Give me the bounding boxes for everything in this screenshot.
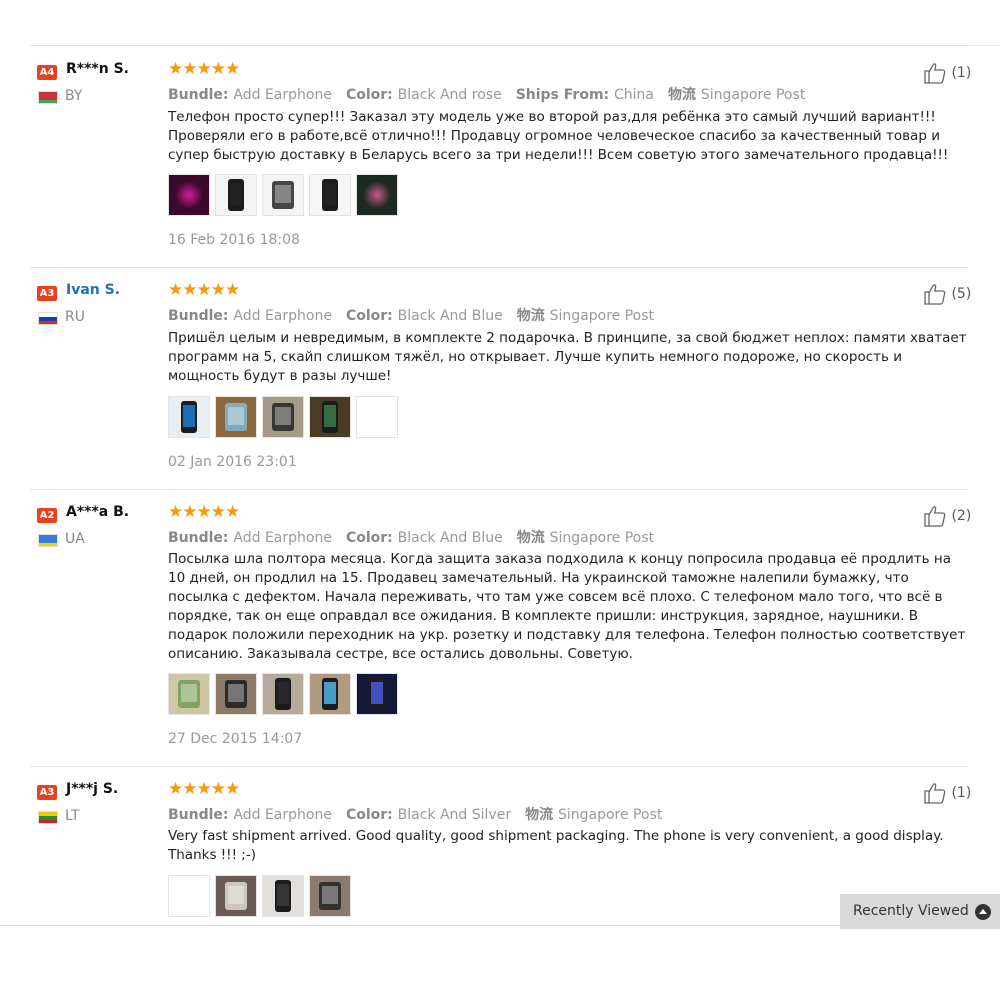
bundle-label: Bundle: xyxy=(168,530,234,546)
review-text: Телефон просто супер!!! Заказал эту моде… xyxy=(168,109,949,163)
reviewer-country: RU xyxy=(65,309,85,325)
review-photo-thumbnail[interactable] xyxy=(309,174,351,216)
reviewer-country: BY xyxy=(65,88,83,104)
review-photo-thumbnail[interactable] xyxy=(215,396,257,438)
review-photos xyxy=(168,875,356,919)
review-photo-thumbnail[interactable] xyxy=(215,673,257,715)
reviewer-name[interactable]: Ivan S. xyxy=(66,282,120,298)
review-photo-thumbnail[interactable] xyxy=(262,396,304,438)
helpful-button[interactable]: (1) xyxy=(923,62,971,84)
review-photo-thumbnail[interactable] xyxy=(168,875,210,917)
bundle-value: Add Earphone xyxy=(233,807,332,823)
order-attributes: Bundle: Add Earphone Color: Black And Blu… xyxy=(168,527,668,547)
color-label: Color: xyxy=(345,807,398,823)
review-text: Very fast shipment arrived. Good quality… xyxy=(168,828,944,863)
reviewer-name: R***n S. xyxy=(66,61,129,77)
helpful-count: (5) xyxy=(951,286,972,302)
country-flag-icon xyxy=(38,811,58,824)
logistics-value: Singapore Post xyxy=(549,308,654,324)
review-photo-thumbnail[interactable] xyxy=(262,174,304,216)
bundle-label: Bundle: xyxy=(168,87,234,103)
review-photo-thumbnail[interactable] xyxy=(356,174,398,216)
review-photo-thumbnail[interactable] xyxy=(262,875,304,917)
review-photo-thumbnail[interactable] xyxy=(215,174,257,216)
review-photos xyxy=(168,174,403,218)
star-rating: ★★★★★ xyxy=(168,779,240,799)
color-value: Black And Silver xyxy=(397,807,512,823)
review-photo-thumbnail[interactable] xyxy=(356,673,398,715)
country-flag-icon xyxy=(38,91,58,104)
country-flag-icon xyxy=(38,312,58,325)
review-divider xyxy=(30,45,968,46)
review-photo-thumbnail[interactable] xyxy=(356,396,398,438)
order-attributes: Bundle: Add Earphone Color: Black And Blu… xyxy=(168,305,668,325)
review-text: Посылка шла полтора месяца. Когда защита… xyxy=(168,551,966,662)
recently-viewed-label: Recently Viewed xyxy=(853,903,969,919)
thumbs-up-icon xyxy=(924,63,946,84)
review-photo-thumbnail[interactable] xyxy=(168,174,210,216)
bundle-value: Add Earphone xyxy=(233,530,332,546)
logistics-label: 物流 xyxy=(516,308,550,324)
helpful-button[interactable]: (1) xyxy=(923,782,971,804)
color-label: Color: xyxy=(345,308,398,324)
star-rating: ★★★★★ xyxy=(168,59,240,79)
ships-from-value: China xyxy=(614,87,655,103)
helpful-count: (1) xyxy=(951,785,972,801)
star-rating: ★★★★★ xyxy=(168,502,240,522)
color-value: Black And rose xyxy=(397,87,502,103)
order-attributes: Bundle: Add Earphone Color: Black And ros… xyxy=(168,84,819,104)
color-value: Black And Blue xyxy=(397,308,503,324)
buyer-level-badge: A2 xyxy=(37,508,57,523)
ships-from-label: Ships From: xyxy=(515,87,615,103)
helpful-button[interactable]: (5) xyxy=(923,283,971,305)
thumbs-up-icon xyxy=(924,783,946,804)
review-divider xyxy=(30,489,968,490)
review-divider xyxy=(30,766,968,767)
thumbs-up-icon xyxy=(924,506,946,527)
logistics-value: Singapore Post xyxy=(700,87,806,103)
review-divider xyxy=(30,267,968,268)
color-label: Color: xyxy=(345,530,398,546)
review-photo-thumbnail[interactable] xyxy=(168,396,210,438)
bundle-label: Bundle: xyxy=(168,807,234,823)
bundle-value: Add Earphone xyxy=(233,87,332,103)
review-date: 16 Feb 2016 18:08 xyxy=(168,232,300,248)
review-photo-thumbnail[interactable] xyxy=(309,673,351,715)
review-date: 27 Dec 2015 14:07 xyxy=(168,731,303,747)
country-flag-icon xyxy=(38,534,58,547)
buyer-level-badge: A3 xyxy=(37,785,57,800)
bundle-label: Bundle: xyxy=(168,308,234,324)
review-text: Пришёл целым и невредимым, в комплекте 2… xyxy=(168,330,967,384)
logistics-label: 物流 xyxy=(668,87,701,103)
chevron-up-icon xyxy=(975,904,991,920)
logistics-label: 物流 xyxy=(516,530,550,546)
review-photo-thumbnail[interactable] xyxy=(168,673,210,715)
helpful-count: (2) xyxy=(951,508,972,524)
color-label: Color: xyxy=(345,87,398,103)
buyer-level-badge: A4 xyxy=(37,65,57,80)
review-photo-thumbnail[interactable] xyxy=(309,875,351,917)
review-date: 02 Jan 2016 23:01 xyxy=(168,454,297,470)
star-rating: ★★★★★ xyxy=(168,280,240,300)
order-attributes: Bundle: Add Earphone Color: Black And Sil… xyxy=(168,804,676,824)
color-value: Black And Blue xyxy=(397,530,503,546)
reviewer-name: A***a B. xyxy=(66,504,130,520)
helpful-button[interactable]: (2) xyxy=(923,505,971,527)
logistics-value: Singapore Post xyxy=(549,530,654,546)
logistics-value: Singapore Post xyxy=(557,807,663,823)
review-photo-thumbnail[interactable] xyxy=(262,673,304,715)
reviewer-country: LT xyxy=(65,808,80,824)
thumbs-up-icon xyxy=(924,284,946,305)
review-photos xyxy=(168,673,403,717)
reviewer-country: UA xyxy=(65,531,85,547)
logistics-label: 物流 xyxy=(525,807,558,823)
bundle-value: Add Earphone xyxy=(233,308,332,324)
review-photos xyxy=(168,396,403,440)
review-photo-thumbnail[interactable] xyxy=(309,396,351,438)
recently-viewed-button[interactable]: Recently Viewed xyxy=(840,894,1000,929)
review-photo-thumbnail[interactable] xyxy=(215,875,257,917)
helpful-count: (1) xyxy=(951,65,972,81)
reviewer-name: J***j S. xyxy=(66,781,119,797)
buyer-level-badge: A3 xyxy=(37,286,57,301)
